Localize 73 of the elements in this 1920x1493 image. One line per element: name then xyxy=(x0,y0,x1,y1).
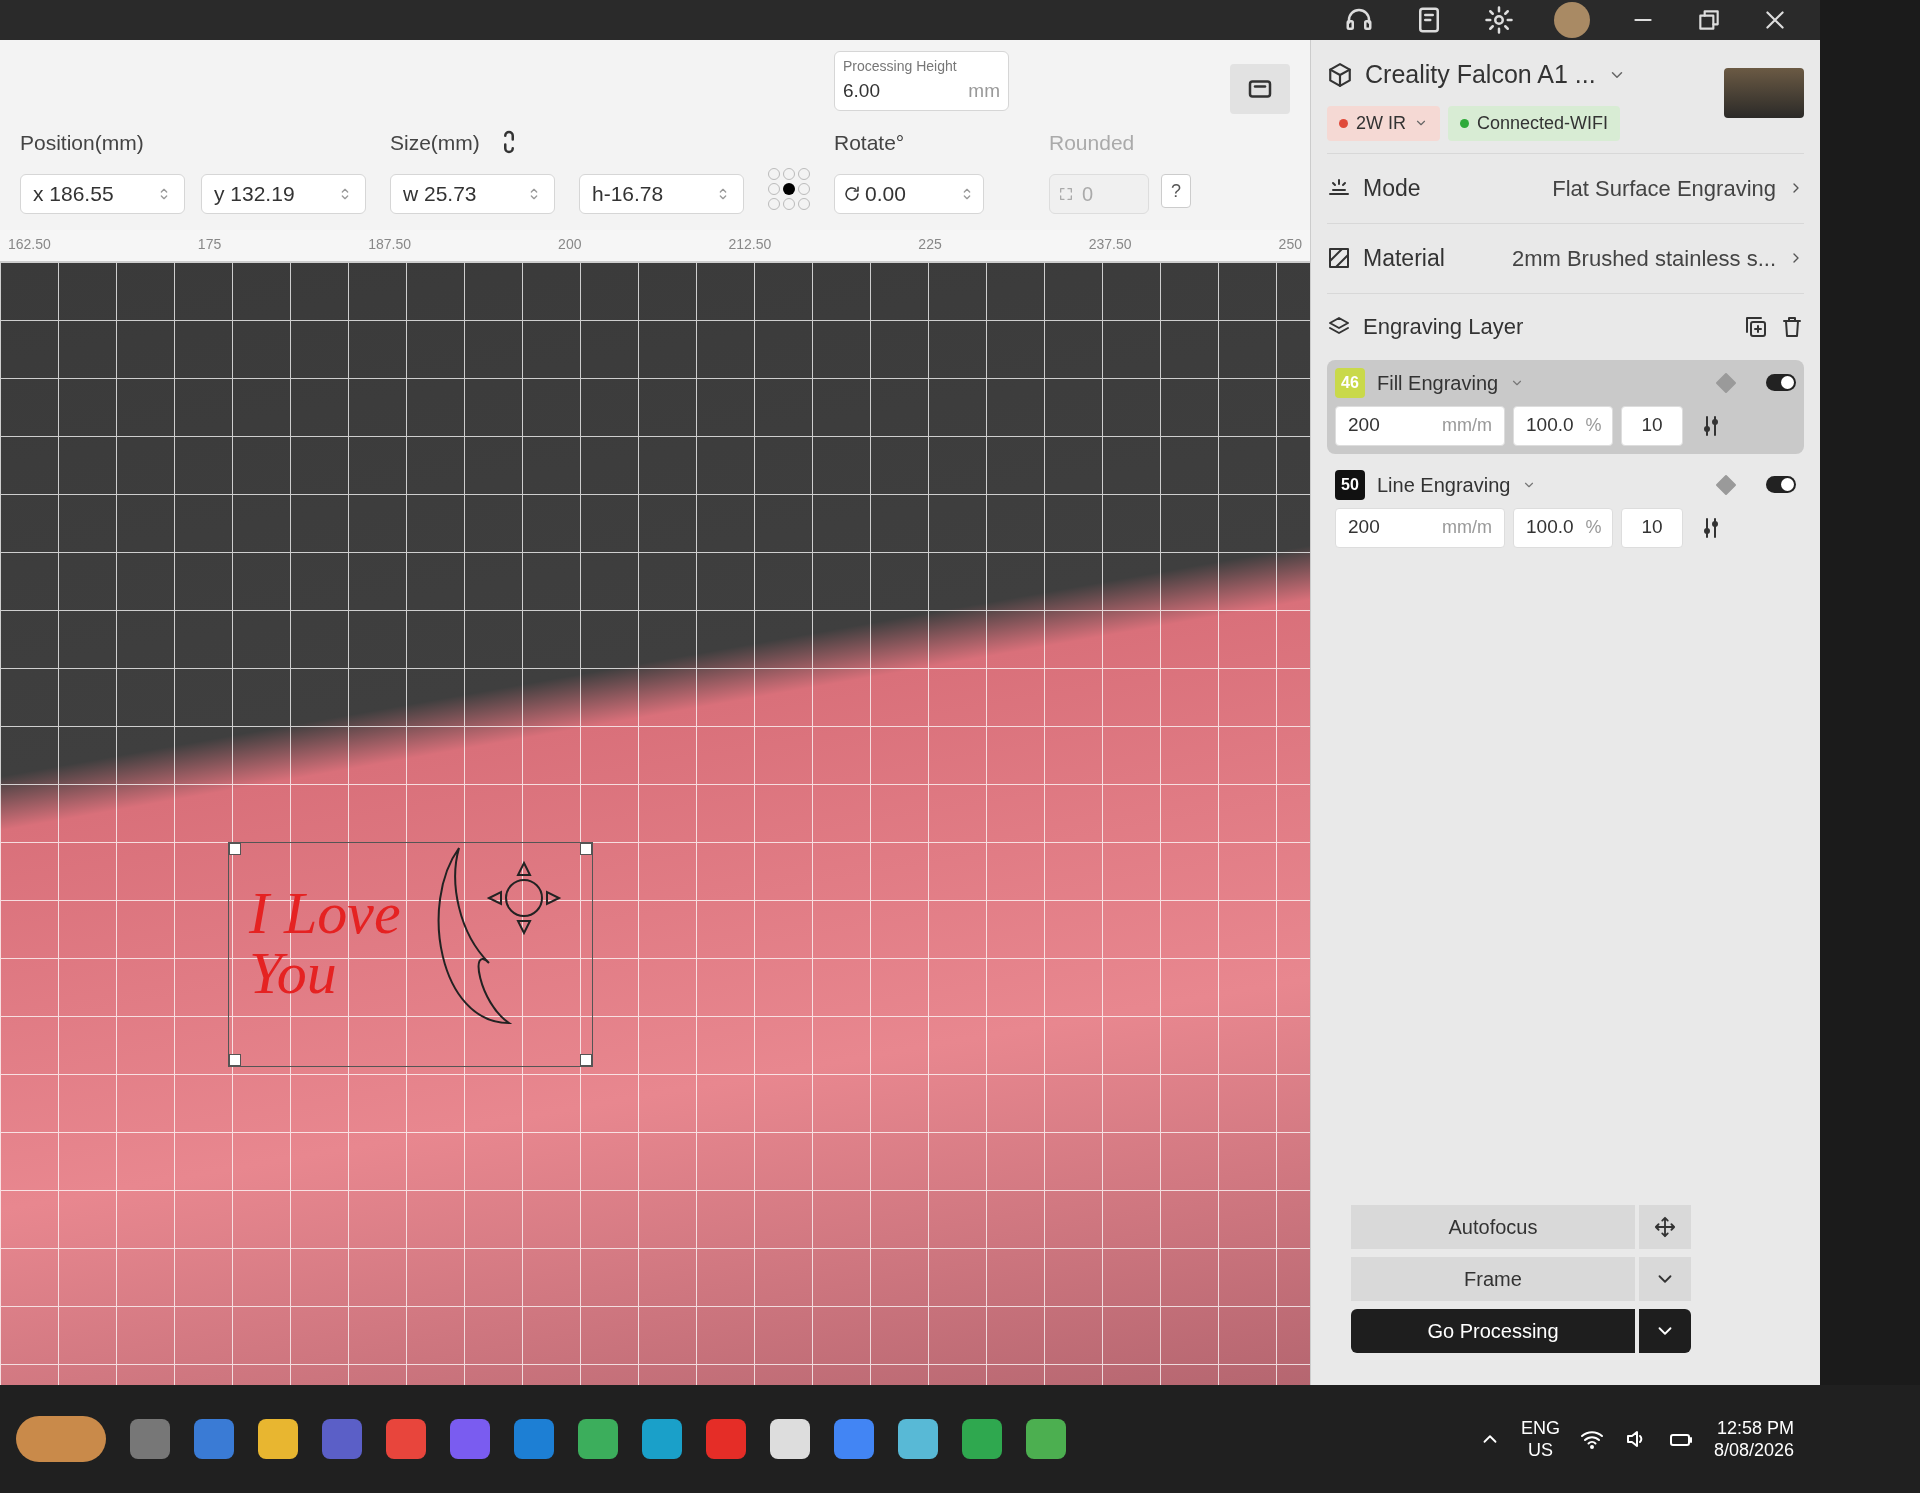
setting-value: Flat Surface Engraving xyxy=(1552,174,1776,203)
height-field[interactable]: h-16.78 xyxy=(579,174,744,214)
layer-color-badge: 50 xyxy=(1335,469,1365,500)
ruler-label: 175 xyxy=(197,235,222,254)
go-processing-button[interactable]: Go Processing xyxy=(1351,1309,1635,1353)
settings-row[interactable]: Material 2mm Brushed stainless s... xyxy=(1327,223,1804,294)
setting-label: Material xyxy=(1363,243,1445,273)
setting-label: Mode xyxy=(1363,173,1421,203)
layer-card[interactable]: 50 Line Engraving 200 mm/m 100.0 % 10 xyxy=(1327,461,1804,556)
width-field[interactable]: w 25.73 xyxy=(390,174,555,214)
autofocus-button[interactable]: Autofocus xyxy=(1351,1205,1635,1249)
start-widget-icon[interactable] xyxy=(16,1416,106,1462)
delete-icon[interactable] xyxy=(1780,314,1804,339)
layer-name: Fill Engraving xyxy=(1377,370,1499,396)
layer-card[interactable]: 46 Fill Engraving 200 mm/m 100.0 % 10 xyxy=(1327,359,1804,454)
unit-label: mm/m xyxy=(1442,414,1492,437)
add-layer-icon[interactable] xyxy=(1744,314,1768,339)
clock-date[interactable]: 8/08/2026 xyxy=(1713,1439,1794,1462)
processing-height-value: 6.00 xyxy=(843,79,880,103)
region-label[interactable]: US xyxy=(1527,1439,1553,1462)
ruler-label: 250 xyxy=(1278,235,1302,254)
rotate-label: Rotate° xyxy=(834,129,906,156)
connection-badge: Connected-WIFI xyxy=(1448,105,1621,141)
cube-icon xyxy=(1327,61,1353,88)
ruler-label: 237.50 xyxy=(1088,235,1132,254)
position-label: Position(mm) xyxy=(20,129,145,156)
ruler-label: 162.50 xyxy=(8,235,51,254)
corner-icon xyxy=(1058,186,1074,202)
power-field[interactable]: 100.0 % xyxy=(1513,405,1613,446)
clock-time[interactable]: 12:58 PM xyxy=(1716,1416,1794,1439)
rotate-field[interactable]: 0.00 xyxy=(834,174,984,214)
frame-button[interactable]: Frame xyxy=(1351,1257,1635,1301)
rotate-value: 0.00 xyxy=(865,181,906,208)
restore-icon[interactable] xyxy=(1696,7,1722,33)
speed-field[interactable]: 200 mm/m xyxy=(1335,507,1505,548)
language-label[interactable]: ENG xyxy=(1520,1416,1560,1439)
move-button[interactable] xyxy=(1639,1205,1691,1249)
settings-icon[interactable] xyxy=(1484,5,1514,35)
rotate-icon xyxy=(843,185,861,203)
resize-handle[interactable] xyxy=(229,843,241,855)
toggle-switch[interactable] xyxy=(1766,374,1796,391)
rounded-label: Rounded xyxy=(1049,129,1136,156)
setting-value: 2mm Brushed stainless s... xyxy=(1511,244,1776,273)
size-label: Size(mm) xyxy=(390,129,480,156)
ruler-label: 187.50 xyxy=(368,235,412,254)
move-icon xyxy=(1654,1216,1676,1238)
processing-height-field[interactable]: Processing Height 6.00 mm xyxy=(834,51,1009,111)
speed-field[interactable]: 200 mm/m xyxy=(1335,405,1505,446)
unit-label: % xyxy=(1585,516,1602,539)
power-field[interactable]: 100.0 % xyxy=(1513,507,1613,548)
ruler-label: 212.50 xyxy=(728,235,772,254)
ruler-label: 200 xyxy=(558,235,582,254)
passes-field[interactable]: 10 xyxy=(1621,405,1683,446)
layer-color-badge: 46 xyxy=(1335,367,1365,398)
resize-handle[interactable] xyxy=(229,1054,241,1066)
y-field[interactable]: y 132.19 xyxy=(201,174,366,214)
unit-label: mm xyxy=(968,79,1000,103)
unit-label: % xyxy=(1585,414,1602,437)
settings-row[interactable]: Mode Flat Surface Engraving xyxy=(1327,153,1804,224)
toggle-switch[interactable] xyxy=(1766,476,1796,493)
section-title: Engraving Layer xyxy=(1363,313,1524,341)
ruler-label: 225 xyxy=(918,235,942,254)
hatch-icon xyxy=(1327,246,1351,270)
x-field[interactable]: x 186.55 xyxy=(20,174,185,214)
unit-label: mm/m xyxy=(1442,516,1492,539)
passes-field[interactable]: 10 xyxy=(1621,507,1683,548)
resize-handle[interactable] xyxy=(580,843,592,855)
layer-name: Line Engraving xyxy=(1377,472,1511,498)
resize-handle[interactable] xyxy=(580,1054,592,1066)
laser-dropdown[interactable]: 2W IR xyxy=(1327,105,1440,141)
dropdown-button[interactable] xyxy=(1639,1309,1691,1353)
device-name[interactable]: Creality Falcon A1 ... xyxy=(1365,56,1596,94)
processing-height-label: Processing Height xyxy=(843,57,958,76)
